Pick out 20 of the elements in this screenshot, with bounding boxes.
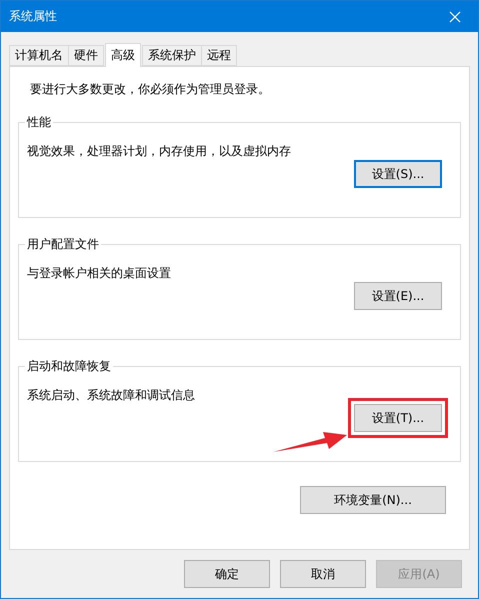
close-icon (449, 10, 461, 22)
dialog-button[interactable]: 确定 (184, 560, 270, 588)
window-title: 系统属性 (9, 8, 57, 25)
tab[interactable]: 远程 (201, 45, 237, 66)
tab[interactable]: 硬件 (68, 45, 104, 66)
group-title: 性能 (26, 114, 52, 131)
group-title: 用户配置文件 (26, 236, 100, 253)
group-title: 启动和故障恢复 (26, 358, 112, 375)
settings-button[interactable]: 设置(S)... (354, 160, 442, 188)
group-description: 系统启动、系统故障和调试信息 (27, 387, 196, 404)
admin-notice: 要进行大多数更改，你必须作为管理员登录。 (30, 81, 271, 98)
tab[interactable]: 计算机名 (9, 45, 69, 66)
tab[interactable]: 高级 (105, 43, 141, 67)
environment-variables-button[interactable]: 环境变量(N)... (300, 486, 446, 514)
dialog-button[interactable]: 取消 (280, 560, 366, 588)
tab[interactable]: 系统保护 (142, 45, 202, 66)
settings-button[interactable]: 设置(T)... (354, 404, 442, 432)
group-description: 视觉效果，处理器计划，内存使用，以及虚拟内存 (27, 143, 292, 160)
group-description: 与登录帐户相关的桌面设置 (27, 265, 172, 282)
settings-button[interactable]: 设置(E)... (354, 282, 442, 310)
